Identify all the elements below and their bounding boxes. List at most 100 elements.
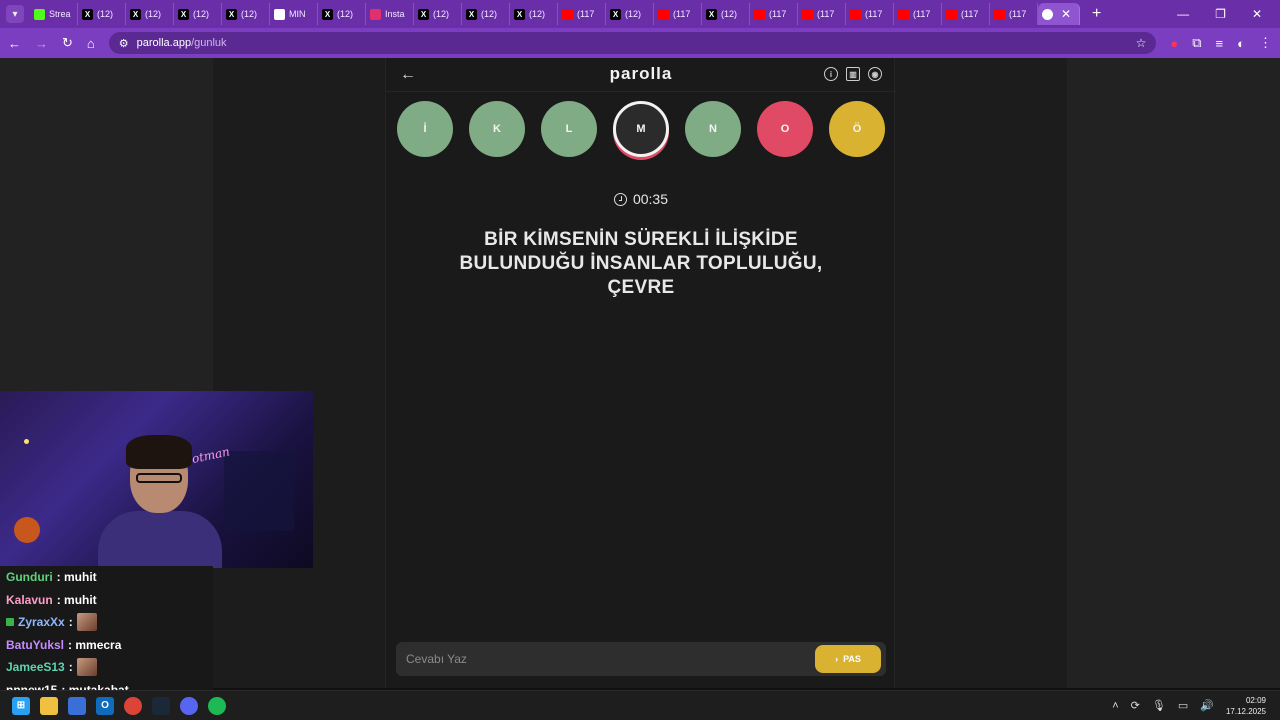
- address-bar[interactable]: ⚙ parolla.app/gunluk ☆: [108, 32, 1157, 54]
- tab-label: (117: [673, 9, 691, 19]
- x-icon: X: [610, 8, 621, 20]
- browser-tab[interactable]: X (12): [462, 3, 510, 25]
- microphone-icon[interactable]: 🎙: [1152, 699, 1166, 712]
- chat-message: ZyraxXx:: [6, 611, 207, 634]
- answer-input[interactable]: [396, 642, 815, 676]
- letter-correct: L: [541, 101, 597, 157]
- tab-parolla[interactable]: ✕: [1038, 3, 1080, 25]
- browser-tab[interactable]: X (12): [318, 3, 366, 25]
- browser-tab[interactable]: X (12): [510, 3, 558, 25]
- tab-label: (12): [241, 9, 258, 19]
- letter-current: M: [613, 101, 669, 157]
- youtube-icon: [946, 8, 957, 20]
- browser-tab[interactable]: (117: [558, 3, 606, 25]
- extension-red-icon[interactable]: ●: [1170, 36, 1178, 51]
- back-arrow-icon[interactable]: ←: [8, 36, 21, 51]
- right-margin: [1067, 58, 1280, 688]
- windows-start-icon[interactable]: ⊞: [12, 696, 30, 715]
- browser-tab[interactable]: (117: [894, 3, 942, 25]
- parolla-game: ← parolla i ▥ ◉ İKLMNOÖ 00:35 BİR KİMSEN…: [385, 58, 896, 688]
- network-icon[interactable]: ▭: [1178, 699, 1188, 712]
- chat-text: :: [68, 615, 73, 630]
- forward-arrow-icon[interactable]: →: [35, 36, 48, 51]
- media-control-icon[interactable]: ≡: [1216, 36, 1224, 51]
- extensions-puzzle-icon[interactable]: ⧉: [1192, 35, 1201, 51]
- browser-tab[interactable]: X (12): [414, 3, 462, 25]
- browser-tab[interactable]: (117: [750, 3, 798, 25]
- pass-label: PAS: [843, 654, 861, 664]
- browser-tab[interactable]: (117: [990, 3, 1038, 25]
- chat-username[interactable]: JameeS13: [6, 660, 65, 674]
- browser-tab[interactable]: X (12): [222, 3, 270, 25]
- browser-toolbar: ← → ↻ ⌂ ⚙ parolla.app/gunluk ☆ ● ⧉ ≡ ◐ ⋮: [0, 28, 1280, 58]
- user-icon[interactable]: ◉: [868, 67, 882, 81]
- chat-username[interactable]: Kalavun: [6, 593, 53, 607]
- clock[interactable]: 02:09 17.12.2025: [1226, 695, 1266, 717]
- timer: 00:35: [386, 191, 896, 207]
- info-icon[interactable]: i: [824, 67, 838, 81]
- store-icon[interactable]: [68, 696, 86, 715]
- minimize-icon[interactable]: —: [1177, 7, 1189, 21]
- app-header: ← parolla i ▥ ◉: [386, 58, 896, 92]
- browser-tab[interactable]: (117: [846, 3, 894, 25]
- chrome-icon[interactable]: [124, 696, 142, 715]
- tab-label: (117: [817, 9, 835, 19]
- bookmark-star-icon[interactable]: ☆: [1136, 36, 1147, 50]
- sync-icon[interactable]: ⟳: [1131, 699, 1140, 712]
- chat-username[interactable]: BatuYuksl: [6, 638, 64, 652]
- close-window-icon[interactable]: ✕: [1252, 7, 1262, 21]
- pass-button[interactable]: › PAS: [815, 645, 881, 673]
- chat-text: : muhit: [56, 570, 97, 585]
- new-tab-button[interactable]: +: [1092, 5, 1101, 23]
- chat-username[interactable]: Gunduri: [6, 570, 53, 584]
- steam-icon[interactable]: [152, 696, 170, 715]
- browser-tab[interactable]: MIN: [270, 3, 318, 25]
- app-logo: parolla: [609, 64, 673, 83]
- page-viewport: ← parolla i ▥ ◉ İKLMNOÖ 00:35 BİR KİMSEN…: [0, 58, 1280, 690]
- stats-icon[interactable]: ▥: [846, 67, 860, 81]
- chat-message: JameeS13:: [6, 656, 207, 679]
- x-icon: X: [514, 8, 525, 20]
- close-icon[interactable]: ✕: [1061, 7, 1071, 21]
- clock-date: 17.12.2025: [1225, 706, 1266, 716]
- restore-icon[interactable]: ❐: [1215, 7, 1226, 21]
- browser-tab[interactable]: X (12): [174, 3, 222, 25]
- browser-tab[interactable]: (117: [798, 3, 846, 25]
- chat-username[interactable]: nnnew15: [6, 683, 57, 690]
- windows-taskbar: ⊞ O ˄ ⟳ 🎙 ▭ 🔊 02:09 17.12.2025: [0, 690, 1280, 720]
- youtube-icon: [754, 8, 765, 20]
- browser-tab[interactable]: (117: [942, 3, 990, 25]
- system-tray: ˄ ⟳ 🎙 ▭ 🔊 02:09 17.12.2025: [1112, 695, 1280, 717]
- chat-emote: [76, 613, 97, 632]
- discord-icon[interactable]: [180, 696, 198, 715]
- streamer: [90, 431, 230, 568]
- browser-tab[interactable]: Insta: [366, 3, 414, 25]
- browser-tab[interactable]: X (12): [606, 3, 654, 25]
- chat-badge-icon: [6, 618, 14, 627]
- outlook-icon[interactable]: O: [96, 696, 114, 715]
- browser-tab[interactable]: X (12): [702, 3, 750, 25]
- spotify-icon[interactable]: [208, 696, 226, 715]
- chat-username[interactable]: ZyraxXx: [18, 615, 65, 629]
- reload-icon[interactable]: ↻: [62, 35, 73, 51]
- youtube-icon: [562, 8, 573, 20]
- site-info-icon[interactable]: ⚙: [119, 37, 129, 50]
- volume-icon[interactable]: 🔊: [1200, 699, 1214, 712]
- tab-label: (12): [481, 9, 498, 19]
- browser-menu-icon[interactable]: ⋮: [1259, 35, 1272, 51]
- browser-tab[interactable]: Strea: [30, 3, 78, 25]
- tab-label: (12): [337, 9, 354, 19]
- browser-tab[interactable]: X (12): [78, 3, 126, 25]
- chevron-up-icon[interactable]: ˄: [1112, 700, 1118, 712]
- tab-label: (117: [577, 9, 595, 19]
- answer-bar: › PAS: [396, 642, 886, 676]
- browser-tab[interactable]: X (12): [126, 3, 174, 25]
- home-icon[interactable]: ⌂: [87, 36, 95, 51]
- profile-avatar[interactable]: ◐: [1237, 36, 1245, 51]
- youtube-icon: [898, 8, 909, 20]
- file-explorer-icon[interactable]: [40, 696, 58, 715]
- tab-search-menu-icon[interactable]: ▾: [6, 5, 24, 23]
- browser-tab[interactable]: (117: [654, 3, 702, 25]
- url-host: parolla.app: [136, 37, 192, 49]
- url-path: /gunluk: [191, 37, 227, 49]
